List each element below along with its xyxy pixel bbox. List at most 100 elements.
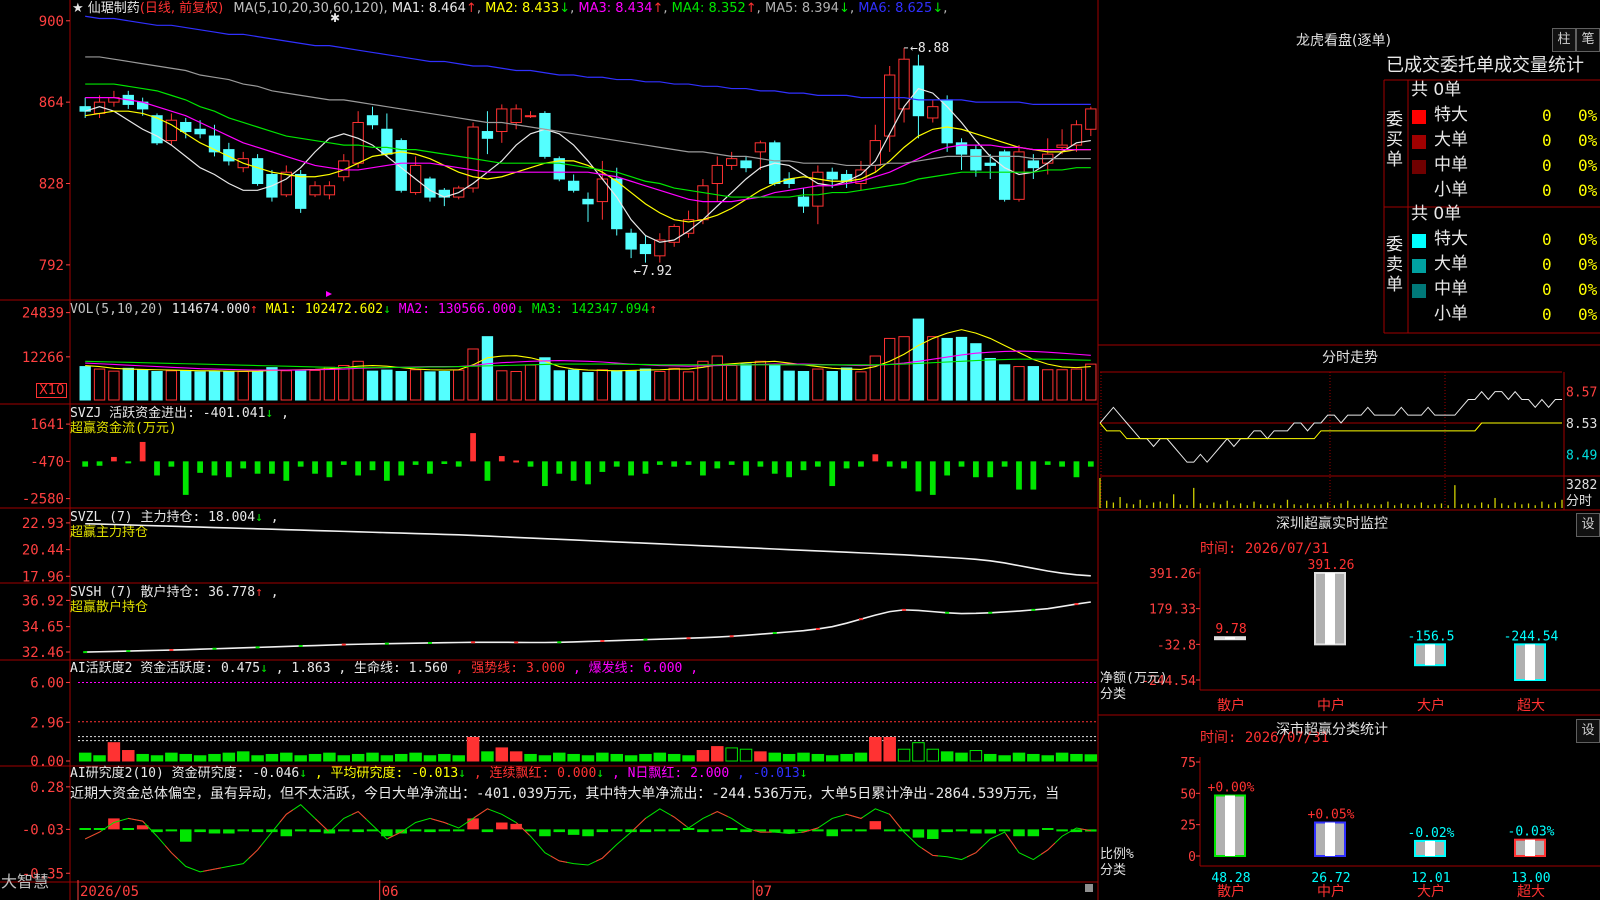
ma-trend-arrow: ↑ bbox=[652, 1, 664, 16]
volume-bar bbox=[165, 370, 178, 401]
fund-flow-header-part: , bbox=[281, 406, 289, 421]
research-bar bbox=[826, 829, 838, 837]
vol-ma-line-3 bbox=[85, 358, 1091, 369]
activity-bar bbox=[667, 753, 681, 762]
fund-flow-bar bbox=[312, 461, 318, 474]
volume-bar bbox=[481, 336, 494, 401]
fund-flow-bar bbox=[714, 461, 721, 469]
market-chart[interactable]: 900864828792←8.88←7.92✱VOL(5,10,20) 1146… bbox=[0, 0, 1600, 900]
order-percent: 0% bbox=[1578, 156, 1598, 175]
volume-bar bbox=[826, 371, 838, 401]
lhb-title: 龙虎看盘(逐单) bbox=[1296, 33, 1391, 49]
candle bbox=[754, 142, 767, 153]
intraday-vol-max: 3282 bbox=[1566, 478, 1597, 493]
candle bbox=[366, 115, 379, 126]
bar-change-label: -0.02% bbox=[1408, 826, 1455, 841]
candle bbox=[295, 173, 307, 209]
volume-header-arrow: ↓ bbox=[516, 302, 524, 317]
research-bar bbox=[955, 829, 968, 832]
bar-value-label: 9.78 bbox=[1215, 622, 1246, 637]
vol-tick-label: 24839 bbox=[22, 306, 64, 322]
category-bar-highlight bbox=[1425, 644, 1435, 666]
mf-tick-label: 22.93 bbox=[22, 516, 64, 532]
research-bar bbox=[927, 829, 939, 839]
main-force-header: SVZL (7) 主力持仓: 18.004↓ , bbox=[70, 510, 279, 525]
retail-dot bbox=[1074, 603, 1079, 606]
fund-flow-bar bbox=[398, 461, 405, 476]
activity-bar bbox=[955, 752, 968, 762]
stats-settings-button[interactable]: 设 bbox=[1576, 719, 1600, 743]
candle bbox=[381, 128, 393, 155]
monitor-settings-button[interactable]: 设 bbox=[1576, 513, 1600, 537]
research-bar bbox=[654, 829, 666, 832]
fund-flow-bar bbox=[743, 461, 749, 476]
fund-flow-bar bbox=[283, 461, 290, 481]
volume-bar bbox=[682, 371, 695, 401]
ai-activity-header: AI活跃度2 资金活跃度: 0.475↓ , 1.863 , 生命线: 1.56… bbox=[70, 660, 698, 676]
retail-dot bbox=[815, 627, 820, 630]
activity-bar bbox=[610, 753, 623, 762]
monitor-title: 深圳超赢实时监控 bbox=[1276, 516, 1388, 532]
fund-flow-bar bbox=[527, 461, 534, 467]
candle bbox=[740, 160, 752, 169]
fund-flow-bar bbox=[441, 461, 448, 464]
research-bar bbox=[869, 821, 882, 830]
activity-bar bbox=[768, 752, 782, 762]
bar-value-label: 391.26 bbox=[1308, 558, 1355, 573]
volume-bar bbox=[438, 371, 451, 401]
fund-flow-bar bbox=[915, 461, 922, 492]
retail-dot bbox=[169, 649, 174, 652]
research-bar bbox=[711, 829, 724, 832]
panel-tick-label: 25 bbox=[1180, 819, 1196, 834]
favorite-star-icon[interactable]: ★ bbox=[72, 1, 84, 16]
volume-bar bbox=[524, 364, 537, 401]
volume-bar bbox=[783, 370, 795, 401]
activity-bar bbox=[122, 750, 135, 762]
research-bar bbox=[998, 829, 1011, 832]
ai-activity-header-part: , 1.863 bbox=[276, 661, 331, 676]
retail-dot bbox=[988, 611, 993, 614]
volume-bar bbox=[840, 367, 853, 401]
research-bar bbox=[553, 829, 566, 833]
candle bbox=[496, 108, 508, 133]
tick-mode-button[interactable]: 笔 bbox=[1576, 28, 1600, 52]
fund-flow-bar bbox=[1087, 461, 1094, 467]
activity-bar bbox=[811, 753, 825, 762]
candle bbox=[797, 196, 810, 207]
fund-flow-bar bbox=[513, 460, 520, 463]
ma-line-3 bbox=[85, 97, 1091, 203]
volume-bar bbox=[136, 369, 149, 401]
main-force-header-part: , bbox=[271, 510, 279, 525]
category-label: 散户 bbox=[1217, 697, 1245, 714]
fund-flow-subtitle: 超赢资金流(万元) bbox=[70, 420, 177, 436]
research-bar bbox=[108, 818, 120, 830]
volume-bar bbox=[1027, 366, 1040, 401]
order-color-swatch bbox=[1412, 160, 1426, 174]
order-size-label: 小单 bbox=[1434, 180, 1468, 200]
ma-header-item: MA1: 8.464 bbox=[391, 1, 466, 16]
volume-header-arrow: ↑ bbox=[250, 302, 258, 317]
retail-dot bbox=[772, 632, 777, 635]
activity-bar bbox=[423, 755, 437, 762]
activity-bar bbox=[323, 752, 336, 762]
ai-research-header-arrow: ↓ bbox=[299, 766, 307, 781]
retail-dot bbox=[729, 635, 734, 638]
candle bbox=[1013, 151, 1025, 200]
lock-icon bbox=[1085, 884, 1093, 892]
activity-bar bbox=[984, 753, 997, 762]
volume-bar bbox=[251, 371, 264, 401]
volume-bar bbox=[1042, 369, 1054, 401]
volume-bar bbox=[884, 337, 896, 401]
research-bar bbox=[409, 829, 422, 832]
retail-dot bbox=[643, 638, 648, 641]
intraday-tick-label: 8.49 bbox=[1566, 448, 1597, 463]
activity-bar bbox=[1070, 753, 1083, 762]
order-percent: 0% bbox=[1578, 181, 1598, 200]
research-bar bbox=[452, 829, 465, 832]
bar-mode-button[interactable]: 柱 bbox=[1552, 28, 1576, 52]
research-bar bbox=[496, 822, 508, 830]
volume-bar bbox=[496, 370, 508, 401]
activity-bar bbox=[897, 748, 911, 762]
fund-flow-bar bbox=[613, 461, 620, 467]
volume-bar bbox=[1013, 366, 1025, 401]
